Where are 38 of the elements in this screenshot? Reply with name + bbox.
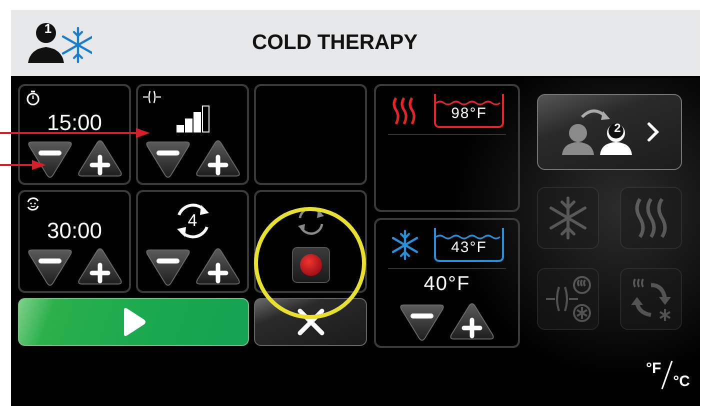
start-button[interactable]	[18, 298, 249, 346]
timer-value: 15:00	[46, 110, 102, 136]
decrease-button[interactable]	[144, 139, 190, 179]
cycle-face-icon	[25, 196, 41, 212]
snowflake-icon	[548, 196, 588, 240]
increase-button[interactable]	[76, 139, 122, 179]
celsius-label: °C	[673, 373, 690, 390]
record-dot-icon	[298, 253, 322, 277]
user-number: 1	[43, 21, 53, 36]
decrease-button[interactable]	[26, 247, 72, 287]
setpoint-temperature: 40°F	[424, 273, 470, 296]
record-button[interactable]	[292, 247, 330, 283]
unit-toggle[interactable]: °F °C	[646, 360, 690, 390]
stopwatch-icon	[25, 90, 41, 106]
user-snowflake-icon	[26, 21, 92, 65]
reservoir-temperature: 98°F	[451, 105, 487, 122]
decrease-button[interactable]	[26, 139, 72, 179]
cancel-button[interactable]	[254, 298, 367, 346]
compression-contrast-icon	[544, 275, 592, 323]
increase-button[interactable]	[449, 302, 495, 342]
reservoir-temperature: 43°F	[451, 239, 487, 256]
decrease-button[interactable]	[399, 302, 445, 342]
increase-button[interactable]	[194, 139, 240, 179]
cycle-count: 4	[186, 211, 198, 231]
user-number: 2	[613, 121, 622, 135]
slash-icon	[661, 360, 674, 390]
decrease-button[interactable]	[144, 247, 190, 287]
screen-title: COLD THERAPY	[252, 31, 418, 55]
snowflake-icon	[390, 230, 420, 260]
increase-button[interactable]	[76, 247, 122, 287]
annotation-arrow	[0, 160, 46, 170]
switch-user-button[interactable]: 2	[537, 94, 682, 170]
timer-value: 30:00	[46, 218, 102, 244]
chevron-right-icon	[646, 121, 660, 143]
close-icon	[296, 308, 324, 336]
increase-button[interactable]	[194, 247, 240, 287]
fahrenheit-label: °F	[646, 360, 662, 377]
compression-icon	[143, 90, 161, 104]
